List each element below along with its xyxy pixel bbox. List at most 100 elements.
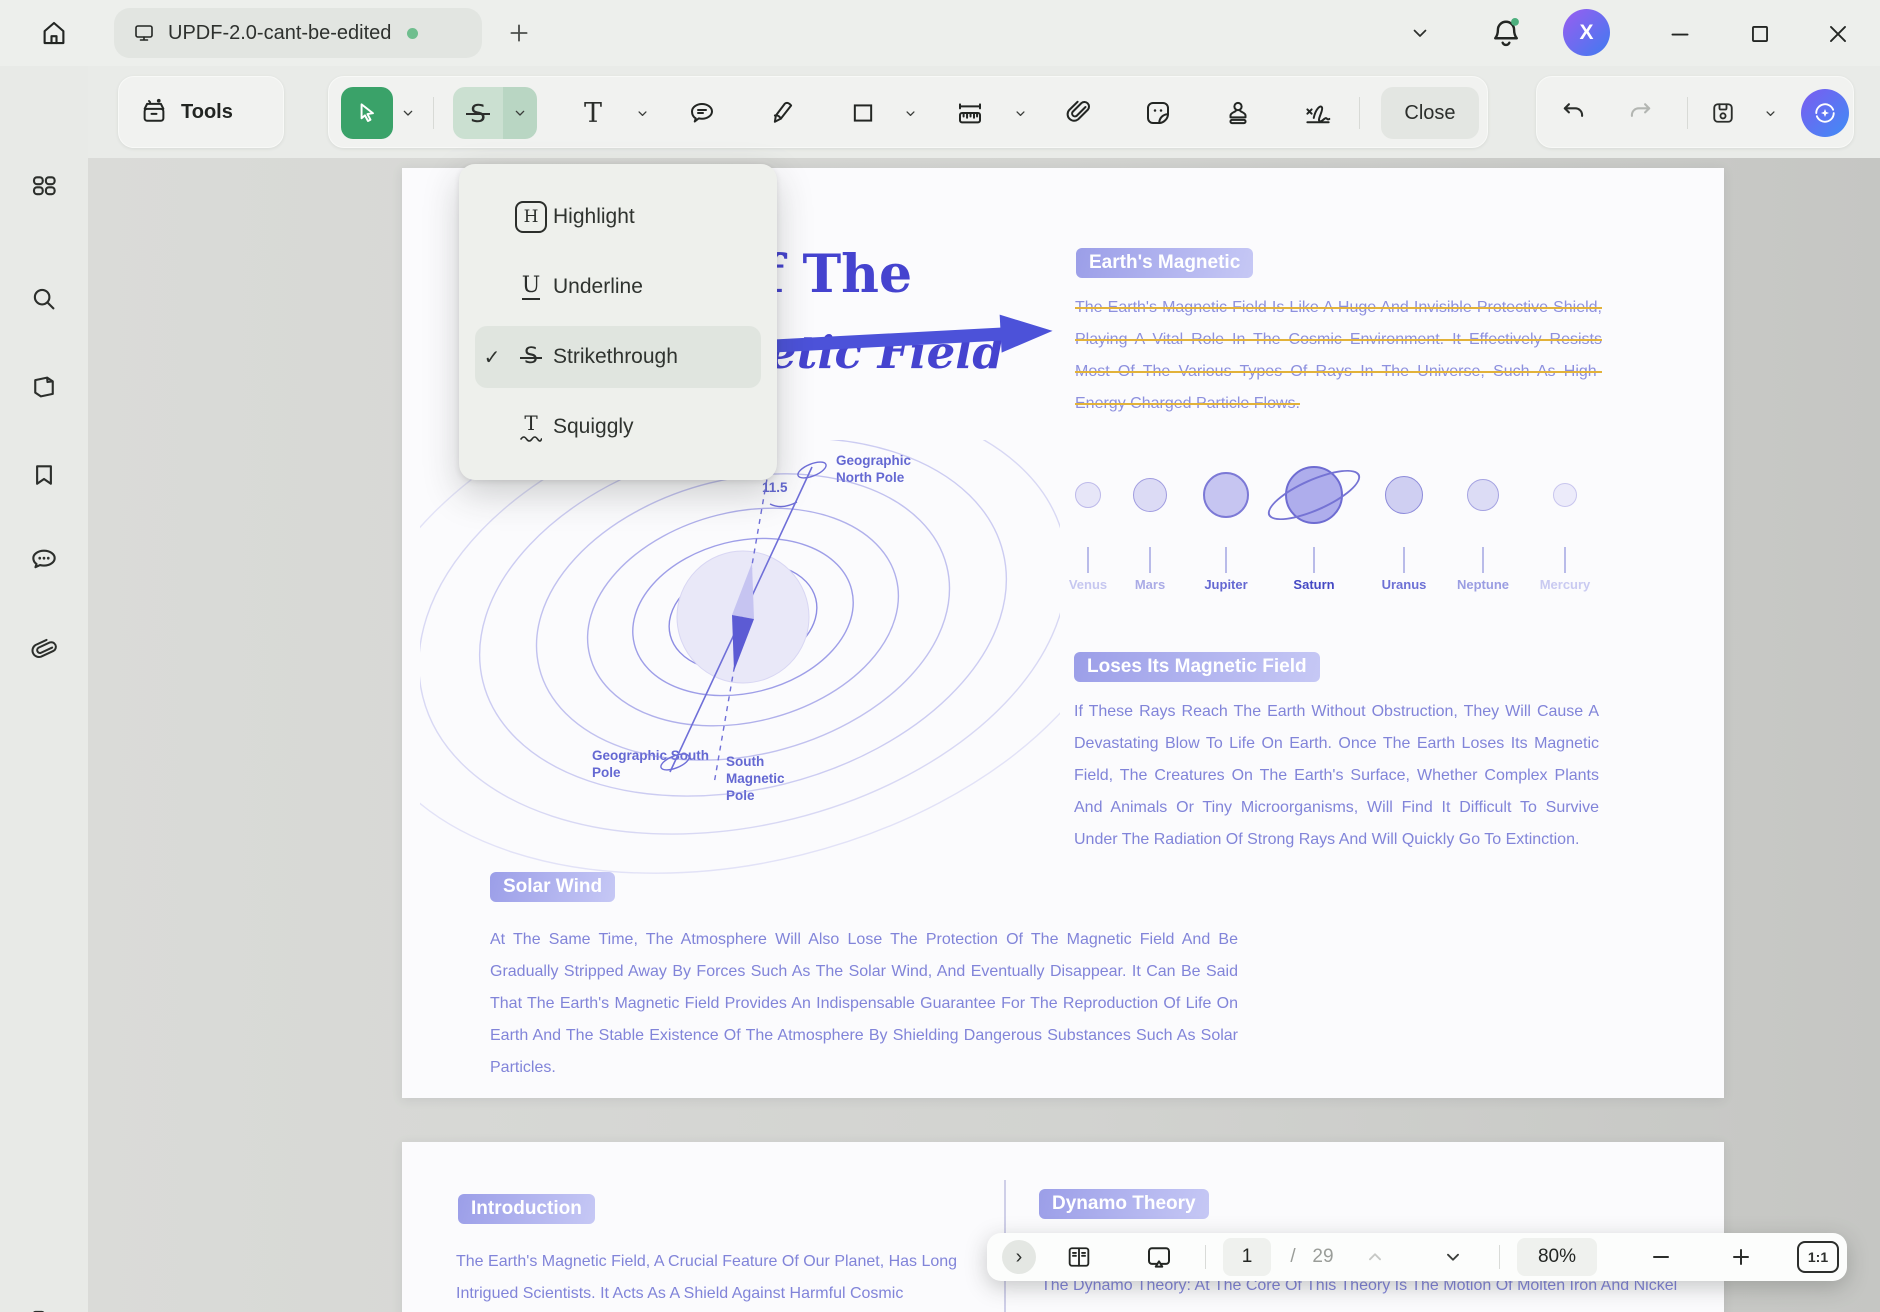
titlebar-more-button[interactable]: [1402, 16, 1438, 50]
highlight-icon: H: [509, 201, 553, 233]
strikethrough-icon: S: [520, 344, 542, 369]
sidebar-item-attachments[interactable]: [22, 629, 66, 673]
page-total: 29: [1312, 1246, 1334, 1267]
previous-page-button[interactable]: [1353, 1233, 1397, 1281]
tab-title: UPDF-2.0-cant-be-edited: [168, 21, 392, 44]
text-tool-button[interactable]: T: [567, 87, 619, 139]
planet-tick: [1403, 547, 1405, 573]
chevron-down-icon: [1015, 110, 1025, 116]
tools-button[interactable]: Tools: [118, 76, 284, 148]
chevron-down-icon: [637, 110, 647, 116]
sidebar-item-reader-mode[interactable]: [22, 1300, 66, 1312]
page-number-value: 1: [1223, 1238, 1271, 1276]
toolbar-divider: [1359, 97, 1360, 129]
shape-tool-dropdown[interactable]: [899, 101, 921, 125]
ai-assistant-button[interactable]: [1801, 89, 1849, 137]
avatar-letter: X: [1579, 20, 1594, 44]
menu-item-strikethrough[interactable]: ✓ S Strikethrough: [475, 326, 761, 388]
present-icon: [1148, 1247, 1170, 1268]
planet-circle: [1133, 478, 1167, 512]
attachment-icon: [1066, 100, 1090, 122]
window-minimize-button[interactable]: [1660, 16, 1700, 52]
undo-button[interactable]: [1547, 87, 1599, 139]
planet-tick: [1087, 547, 1089, 573]
introduction-badge: Introduction: [458, 1194, 595, 1224]
notifications-button[interactable]: [1484, 10, 1528, 56]
menu-item-label: Strikethrough: [553, 345, 678, 368]
attachment-tool-button[interactable]: [1053, 87, 1105, 139]
planet-circle: [1385, 476, 1423, 514]
text-tool-dropdown[interactable]: [631, 101, 653, 125]
sticker-tool-button[interactable]: [1132, 87, 1184, 139]
new-tab-button[interactable]: [502, 16, 536, 50]
planet-label: Venus: [1068, 577, 1108, 592]
zoom-level-button[interactable]: 80%: [1515, 1233, 1599, 1281]
title-bar: UPDF-2.0-cant-be-edited X: [0, 0, 1880, 66]
menu-item-highlight[interactable]: H Highlight: [475, 186, 761, 248]
underline-icon: U: [509, 274, 553, 301]
menu-item-squiggly[interactable]: T Squiggly: [475, 396, 761, 458]
loses-field-badge: Loses Its Magnetic Field: [1074, 652, 1320, 682]
stamp-tool-button[interactable]: [1212, 87, 1264, 139]
planet-label: Uranus: [1381, 577, 1427, 592]
document-tab[interactable]: UPDF-2.0-cant-be-edited: [114, 8, 482, 58]
redo-button[interactable]: [1615, 87, 1667, 139]
sidebar-item-thumbnails[interactable]: [22, 365, 66, 409]
expand-nav-button[interactable]: ›: [999, 1233, 1039, 1281]
struck-paragraph: The Earth's Magnetic Field Is Like A Hug…: [1075, 299, 1602, 412]
grid-icon: [32, 176, 56, 196]
select-tool-dropdown[interactable]: [397, 101, 419, 125]
loses-field-paragraph: If These Rays Reach The Earth Without Ob…: [1074, 703, 1599, 848]
planet-tick: [1149, 547, 1151, 573]
chevron-up-icon: [1369, 1253, 1381, 1261]
shape-tool-button[interactable]: [837, 87, 889, 139]
bottombar-divider: [1205, 1245, 1206, 1269]
sidebar-item-annotations[interactable]: [22, 538, 66, 582]
sidebar-item-panels[interactable]: [22, 164, 66, 208]
menu-item-underline[interactable]: U Underline: [475, 256, 761, 318]
planet-circle: [1075, 482, 1101, 508]
zoom-in-button[interactable]: [1719, 1233, 1763, 1281]
strikethrough-dropdown-menu: H Highlight U Underline ✓ S Strikethroug…: [459, 164, 777, 480]
select-tool-button[interactable]: [341, 87, 393, 139]
strikethrough-tool-button[interactable]: S: [453, 87, 503, 139]
chevron-down-icon: [1447, 1253, 1459, 1261]
planet-tick: [1313, 547, 1315, 573]
planet-circle: [1203, 472, 1249, 518]
signature-tool-button[interactable]: [1292, 87, 1344, 139]
close-label: Close: [1404, 101, 1456, 124]
next-page-button[interactable]: [1431, 1233, 1475, 1281]
planet-tick: [1482, 547, 1484, 573]
save-dropdown[interactable]: [1759, 101, 1781, 125]
page-view-button[interactable]: [1057, 1233, 1101, 1281]
pen-tool-button[interactable]: [757, 87, 809, 139]
planet-tick: [1564, 547, 1566, 573]
stamp-icon: [1229, 101, 1247, 125]
two-page-view-icon: [1068, 1247, 1090, 1267]
file-actions-toolbar: [1536, 76, 1854, 148]
strikethrough-tool-dropdown[interactable]: [503, 87, 537, 139]
cursor-icon: [360, 103, 374, 122]
present-button[interactable]: [1135, 1233, 1183, 1281]
comment-tool-button[interactable]: [676, 87, 728, 139]
close-toolbar-button[interactable]: Close: [1381, 87, 1479, 139]
earths-magnetic-badge: Earth's Magnetic: [1076, 248, 1254, 278]
bookmark-icon: [36, 465, 52, 485]
sidebar-item-search[interactable]: [22, 277, 66, 321]
zoom-out-button[interactable]: [1639, 1233, 1683, 1281]
save-button[interactable]: [1697, 87, 1749, 139]
page-number-input[interactable]: 1: [1221, 1233, 1273, 1281]
window-close-button[interactable]: [1818, 16, 1858, 52]
measure-tool-button[interactable]: [944, 87, 996, 139]
plus-icon: [1733, 1249, 1749, 1265]
sidebar-item-bookmarks[interactable]: [22, 453, 66, 497]
minimize-icon: [1671, 33, 1689, 36]
home-button[interactable]: [28, 7, 80, 59]
toolbox-icon: [143, 98, 165, 122]
avatar[interactable]: X: [1563, 9, 1610, 56]
actual-size-button[interactable]: 1:1: [1795, 1233, 1841, 1281]
reader-mode-icon: [33, 1310, 45, 1312]
measure-tool-dropdown[interactable]: [1009, 101, 1031, 125]
window-maximize-button[interactable]: [1740, 16, 1780, 52]
chevron-down-icon: [1765, 110, 1775, 116]
